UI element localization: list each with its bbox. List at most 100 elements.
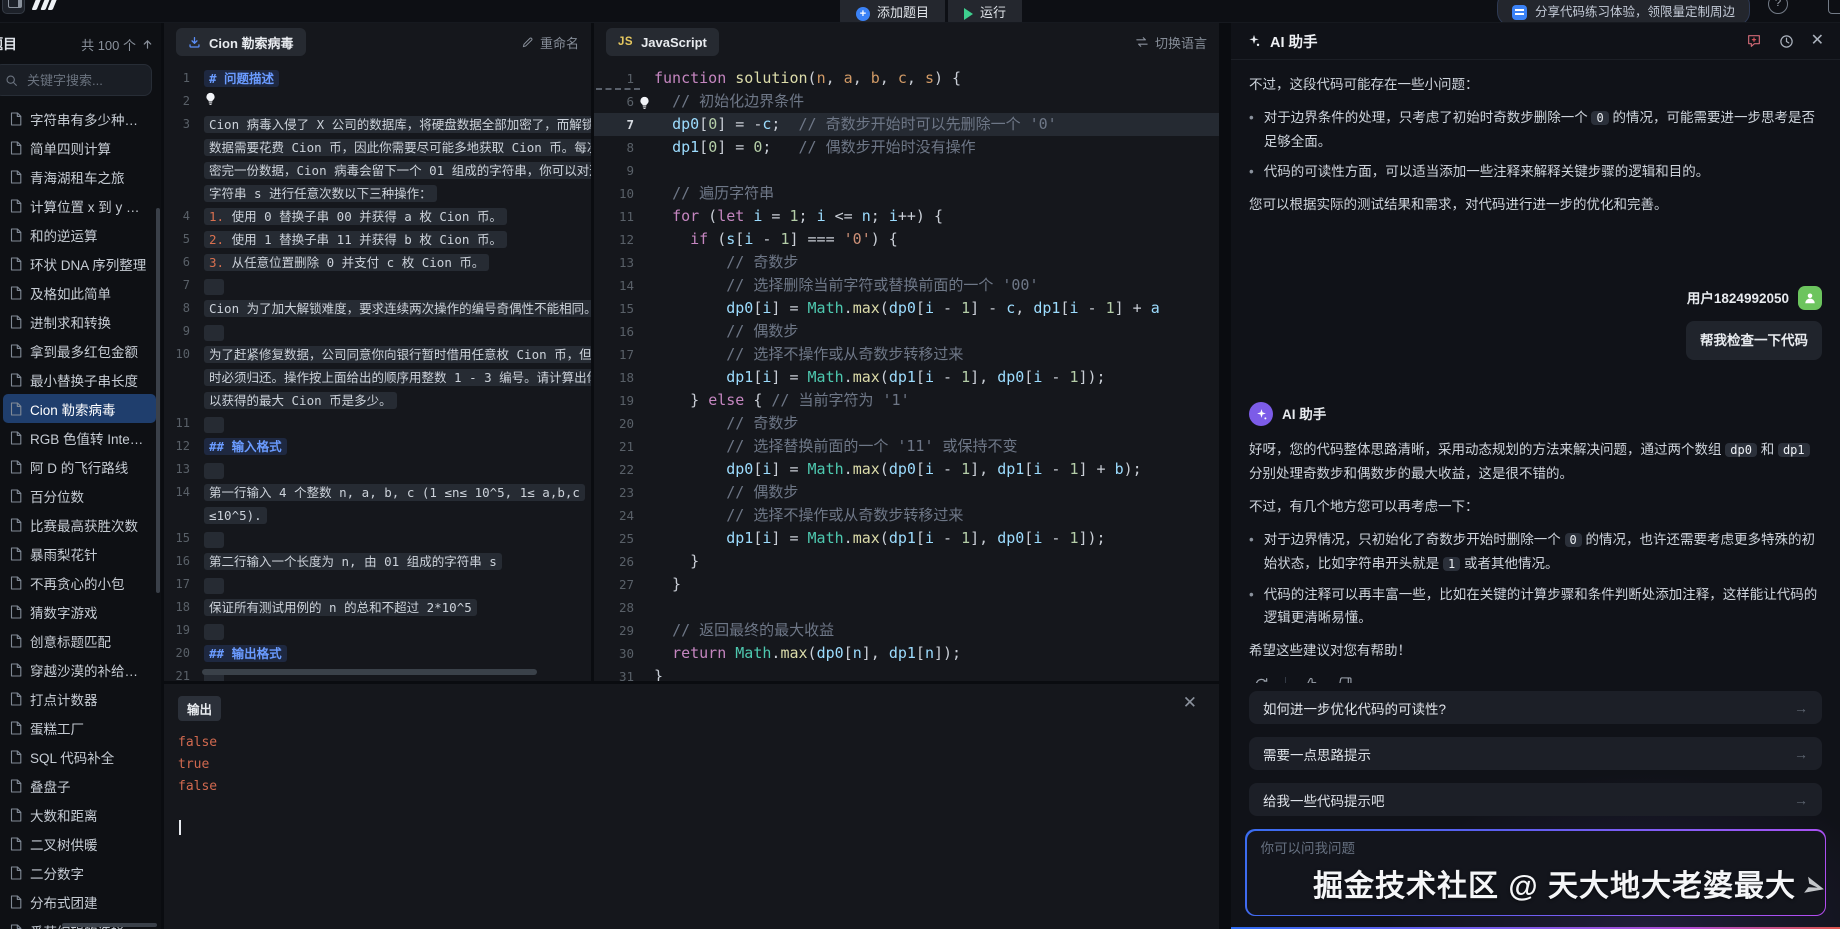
ai-message-paragraph: 好呀，您的代码整体思路清晰，采用动态规划的方法来解决问题，通过两个数组 dp0 … bbox=[1249, 438, 1822, 485]
search-input[interactable] bbox=[25, 72, 141, 89]
add-question-button[interactable]: + 添加题目 bbox=[840, 0, 945, 23]
problem-list: 字符串有多少种可... 简单四则计算青海湖租车之旅计算位置 x 到 y 的...和… bbox=[0, 104, 161, 929]
ai-name: AI 助手 bbox=[1282, 403, 1326, 426]
rename-button[interactable]: 重命名 bbox=[521, 33, 579, 52]
output-value: false bbox=[178, 732, 1205, 754]
sidebar-item[interactable]: Cion 勒索病毒 bbox=[3, 394, 156, 423]
problem-line: 2 bbox=[164, 90, 591, 113]
problem-hscrollbar[interactable] bbox=[202, 669, 537, 675]
sidebar-item[interactable]: 比赛最高获胜次数 bbox=[3, 510, 156, 539]
switch-language-button[interactable]: 切换语言 bbox=[1135, 33, 1207, 52]
sidebar-item[interactable]: 大数和距离 bbox=[3, 800, 156, 829]
sidebar-scrollbar[interactable] bbox=[156, 208, 160, 593]
pencil-icon bbox=[521, 36, 534, 49]
sidebar-item[interactable]: 进制求和转换 bbox=[3, 307, 156, 336]
sidebar-item-label: 字符串有多少种可... bbox=[30, 109, 149, 129]
sidebar-hscrollbar[interactable] bbox=[62, 923, 157, 927]
new-chat-icon[interactable] bbox=[1746, 33, 1762, 49]
thumb-up-icon[interactable] bbox=[1298, 672, 1322, 683]
document-icon bbox=[10, 837, 22, 851]
ai-message-paragraph: 您可以根据实际的测试结果和需求，对代码进行进一步的优化和完善。 bbox=[1249, 193, 1822, 216]
close-icon[interactable]: ✕ bbox=[1811, 33, 1824, 49]
ai-input-box[interactable] bbox=[1245, 829, 1826, 916]
sidebar-item[interactable]: 蛋糕工厂 bbox=[3, 713, 156, 742]
arrow-right-icon: → bbox=[1794, 746, 1808, 762]
document-icon bbox=[10, 663, 22, 677]
sidebar-header: 题目 共 100 个 bbox=[0, 30, 161, 58]
sidebar-item[interactable]: SQL 代码补全 bbox=[3, 742, 156, 771]
thumb-down-icon[interactable] bbox=[1334, 672, 1358, 683]
sidebar-item[interactable]: 和的逆运算 bbox=[3, 220, 156, 249]
blue-doc-icon bbox=[1512, 5, 1527, 20]
suggestion-pill[interactable]: 需要一点思路提示→ bbox=[1249, 737, 1822, 770]
sidebar-item[interactable]: 百分位数 bbox=[3, 481, 156, 510]
sidebar-item[interactable]: RGB 色值转 Integer bbox=[3, 423, 156, 452]
document-icon bbox=[10, 721, 22, 735]
document-icon bbox=[10, 460, 22, 474]
sidebar-item[interactable]: 创意标题匹配 bbox=[3, 626, 156, 655]
document-icon bbox=[10, 344, 22, 358]
code-line: 1function solution(n, a, b, c, s) { bbox=[594, 67, 1219, 90]
sidebar-item[interactable]: 简单四则计算 bbox=[3, 133, 156, 162]
document-icon bbox=[10, 489, 22, 503]
sidebar-item-label: 拿到最多红包金额 bbox=[30, 341, 138, 361]
sidebar-item[interactable]: 分布式团建 bbox=[3, 887, 156, 916]
user-name: 用户1824992050 bbox=[1687, 287, 1789, 310]
sidebar-item-label: 进制求和转换 bbox=[30, 312, 111, 332]
sidebar-item[interactable]: 不再贪心的小包 bbox=[3, 568, 156, 597]
sidebar-item-label: 二分数字 bbox=[30, 863, 84, 883]
ai-bullet-item: •代码的可读性方面，可以适当添加一些注释来解释关键步骤的逻辑和目的。 bbox=[1249, 160, 1822, 183]
sidebar-item[interactable]: 叠盘子 bbox=[3, 771, 156, 800]
sidebar-item[interactable]: 猜数字游戏 bbox=[3, 597, 156, 626]
document-icon bbox=[10, 315, 22, 329]
clipped-edge-icon[interactable] bbox=[1828, 0, 1840, 14]
sidebar-item[interactable]: 拿到最多红包金额 bbox=[3, 336, 156, 365]
document-icon bbox=[10, 199, 22, 213]
sidebar-item[interactable]: 最小替换子串长度 bbox=[3, 365, 156, 394]
search-icon bbox=[5, 74, 18, 87]
sidebar-item[interactable]: 二分数字 bbox=[3, 858, 156, 887]
sidebar-item[interactable]: 打点计数器 bbox=[3, 684, 156, 713]
sidebar-item-label: 最小替换子串长度 bbox=[30, 370, 138, 390]
document-icon bbox=[10, 402, 22, 416]
sidebar-item-label: 简单四则计算 bbox=[30, 138, 111, 158]
help-icon[interactable]: ? bbox=[1768, 0, 1788, 14]
document-icon bbox=[10, 576, 22, 590]
problem-tab[interactable]: Cion 勒索病毒 bbox=[176, 28, 306, 56]
regenerate-icon[interactable] bbox=[1249, 672, 1273, 683]
close-icon[interactable]: ✕ bbox=[1183, 694, 1197, 711]
run-button[interactable]: 运行 bbox=[948, 0, 1022, 23]
problem-tab-label: Cion 勒索病毒 bbox=[209, 33, 294, 52]
arrow-up-icon[interactable] bbox=[142, 39, 153, 50]
suggestion-pill[interactable]: 给我一些代码提示吧→ bbox=[1249, 783, 1822, 816]
code-line: 22 dp0[i] = Math.max(dp0[i - 1], dp1[i -… bbox=[594, 458, 1219, 481]
document-icon bbox=[10, 634, 22, 648]
language-tab-label: JavaScript bbox=[641, 35, 707, 50]
search-box[interactable] bbox=[0, 64, 152, 96]
code-line: 30 return Math.max(dp0[n], dp1[n]); bbox=[594, 642, 1219, 665]
sidebar-item[interactable]: 计算位置 x 到 y 的... bbox=[3, 191, 156, 220]
code-editor[interactable]: 1function solution(n, a, b, c, s) {6 // … bbox=[594, 61, 1219, 681]
inline-code-chip: dp1 bbox=[1778, 443, 1810, 457]
ai-question-input[interactable] bbox=[1259, 840, 1817, 857]
sidebar-item[interactable]: 字符串有多少种可... bbox=[3, 104, 156, 133]
problem-line: 20## 输出格式 bbox=[164, 642, 591, 665]
language-tab[interactable]: JS JavaScript bbox=[606, 28, 719, 56]
history-clock-icon[interactable] bbox=[1779, 34, 1794, 49]
panel-collapse-icon[interactable] bbox=[2, 0, 25, 14]
lightbulb-icon bbox=[204, 92, 217, 106]
problem-line: 字符串 s 进行任意次数以下三种操作： bbox=[164, 182, 591, 205]
share-campaign-button[interactable]: 分享代码练习体验，领限量定制周边 bbox=[1497, 0, 1750, 23]
problem-markdown-editor[interactable]: 1# 问题描述23Cion 病毒入侵了 X 公司的数据库，将硬盘数据全部加密了，… bbox=[164, 61, 591, 681]
sidebar-item[interactable]: 暴雨梨花针 bbox=[3, 539, 156, 568]
sidebar-item[interactable]: 二叉树供暖 bbox=[3, 829, 156, 858]
sidebar-item[interactable]: 及格如此简单 bbox=[3, 278, 156, 307]
sidebar-item[interactable]: 阿 D 的飞行路线 bbox=[3, 452, 156, 481]
user-avatar[interactable] bbox=[1798, 286, 1822, 310]
sidebar-item[interactable]: 环状 DNA 序列整理 bbox=[3, 249, 156, 278]
sidebar-item[interactable]: 青海湖租车之旅 bbox=[3, 162, 156, 191]
suggestion-pill[interactable]: 如何进一步优化代码的可读性?→ bbox=[1249, 691, 1822, 724]
sidebar-item-label: 分布式团建 bbox=[30, 892, 98, 912]
sidebar-item[interactable]: 穿越沙漠的补给次数 bbox=[3, 655, 156, 684]
code-line: 9 bbox=[594, 159, 1219, 182]
